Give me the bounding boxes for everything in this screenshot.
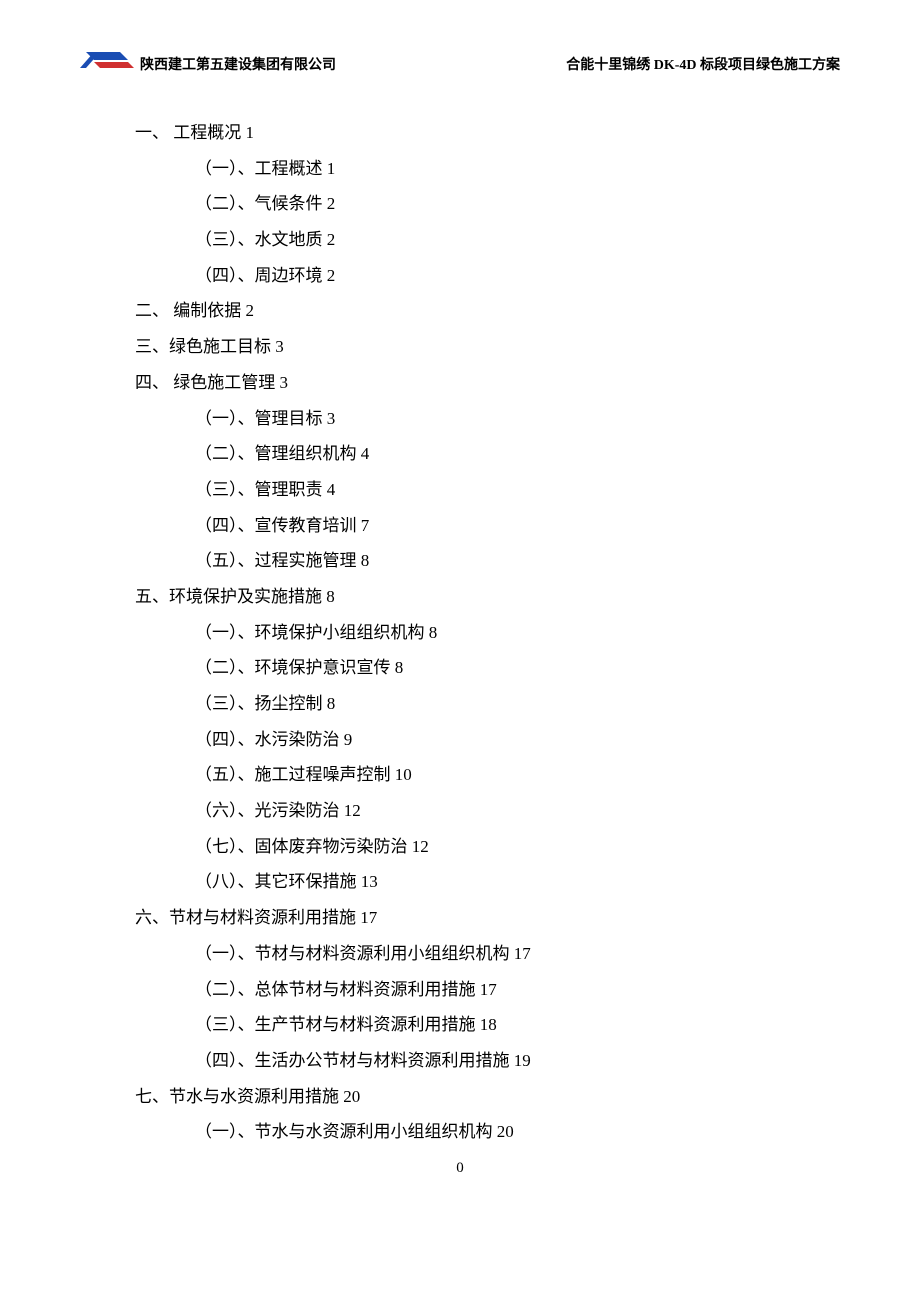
toc-entry: （一）、节水与水资源利用小组组织机构 20 — [195, 1114, 820, 1150]
toc-entry: 五、环境保护及实施措施 8 — [135, 579, 820, 615]
toc-entry: （四）、周边环境 2 — [195, 258, 820, 294]
toc-entry: （一）、工程概述 1 — [195, 151, 820, 187]
toc-entry: 七、节水与水资源利用措施 20 — [135, 1079, 820, 1115]
toc-entry: （一）、环境保护小组组织机构 8 — [195, 615, 820, 651]
toc-entry: （四）、生活办公节材与材料资源利用措施 19 — [195, 1043, 820, 1079]
toc-entry: （五）、施工过程噪声控制 10 — [195, 757, 820, 793]
company-logo-icon — [80, 38, 138, 76]
toc-entry: （三）、管理职责 4 — [195, 472, 820, 508]
toc-entry: （八）、其它环保措施 13 — [195, 864, 820, 900]
toc-entry: 二、 编制依据 2 — [135, 293, 820, 329]
company-name: 陕西建工第五建设集团有限公司 — [140, 54, 336, 76]
toc-entry: （六）、光污染防治 12 — [195, 793, 820, 829]
toc-entry: （三）、生产节材与材料资源利用措施 18 — [195, 1007, 820, 1043]
logo-company-block: 陕西建工第五建设集团有限公司 — [80, 38, 336, 76]
toc-entry: （二）、气候条件 2 — [195, 186, 820, 222]
toc-entry: （四）、宣传教育培训 7 — [195, 508, 820, 544]
table-of-contents: 一、 工程概况 1 （一）、工程概述 1 （二）、气候条件 2 （三）、水文地质… — [135, 115, 820, 1150]
toc-entry: （二）、管理组织机构 4 — [195, 436, 820, 472]
toc-entry: 三、绿色施工目标 3 — [135, 329, 820, 365]
page-number: 0 — [0, 1160, 920, 1177]
toc-entry: （一）、管理目标 3 — [195, 401, 820, 437]
toc-entry: （二）、总体节材与材料资源利用措施 17 — [195, 972, 820, 1008]
toc-entry: （四）、水污染防治 9 — [195, 722, 820, 758]
toc-entry: 一、 工程概况 1 — [135, 115, 820, 151]
toc-entry: （七）、固体废弃物污染防治 12 — [195, 829, 820, 865]
toc-entry: （二）、环境保护意识宣传 8 — [195, 650, 820, 686]
toc-entry: （五）、过程实施管理 8 — [195, 543, 820, 579]
project-title: 合能十里锦绣 DK-4D 标段项目绿色施工方案 — [566, 54, 840, 76]
toc-entry: （一）、节材与材料资源利用小组组织机构 17 — [195, 936, 820, 972]
toc-entry: （三）、水文地质 2 — [195, 222, 820, 258]
toc-entry: 六、节材与材料资源利用措施 17 — [135, 900, 820, 936]
document-header: 陕西建工第五建设集团有限公司 合能十里锦绣 DK-4D 标段项目绿色施工方案 — [80, 38, 840, 76]
toc-entry: （三）、扬尘控制 8 — [195, 686, 820, 722]
toc-entry: 四、 绿色施工管理 3 — [135, 365, 820, 401]
